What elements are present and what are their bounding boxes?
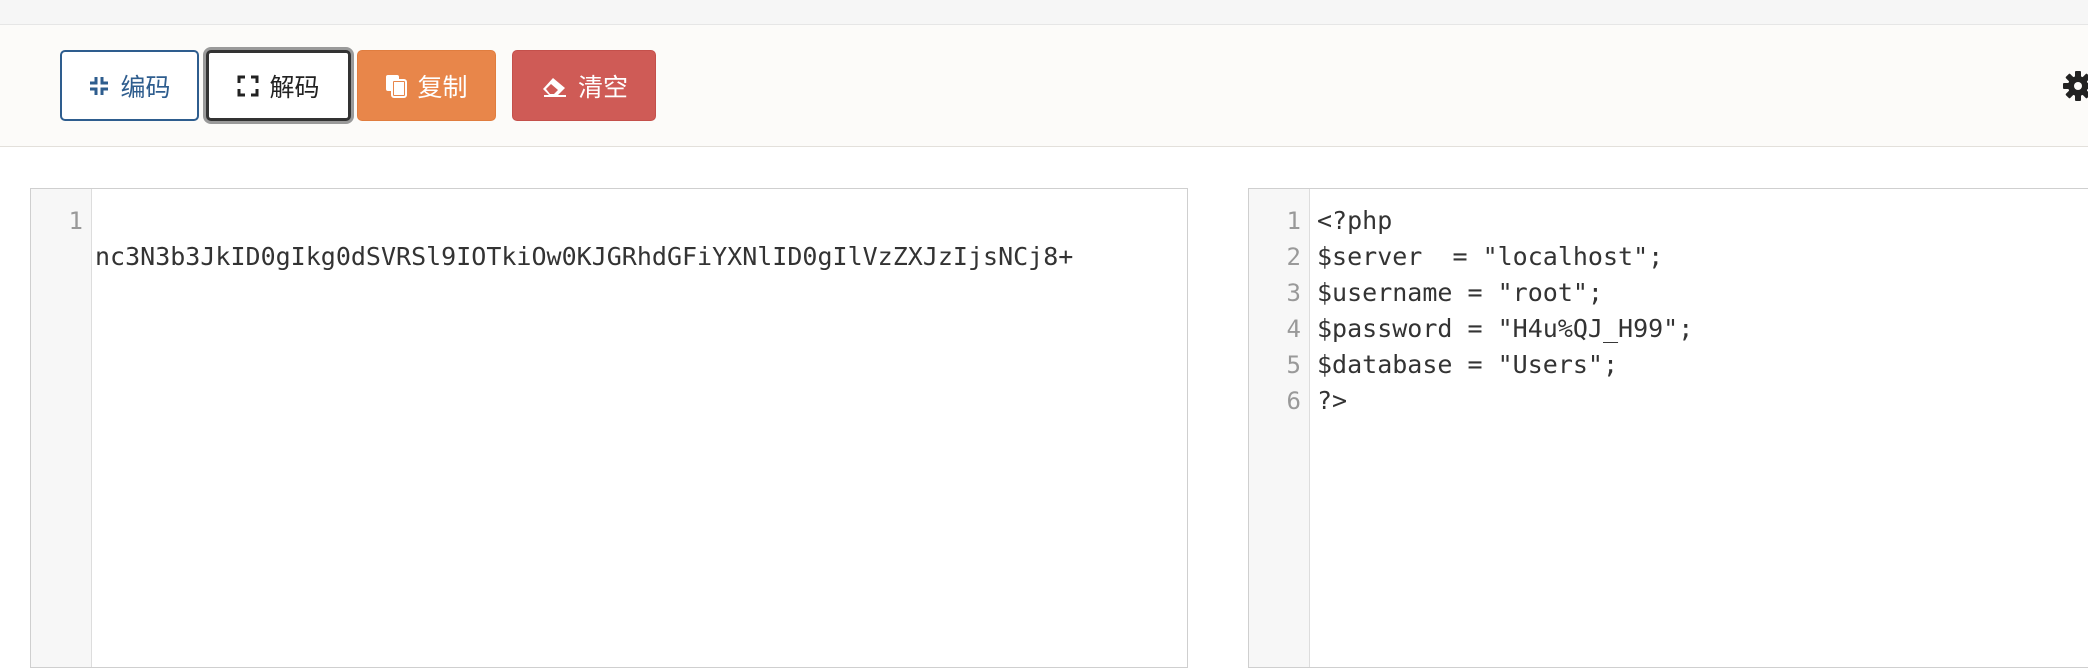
copy-icon bbox=[385, 74, 408, 98]
output-code-line[interactable]: $database = "Users"; bbox=[1317, 347, 1618, 383]
toolbar: 编码 解码 复制 清空 bbox=[0, 25, 2088, 147]
input-editor[interactable]: 1 nc3N3b3JkID0gIkg0dSVRSl9IOTkiOw0KJGRhd… bbox=[30, 188, 1188, 668]
eraser-icon bbox=[540, 75, 568, 97]
output-code-line[interactable]: $username = "root"; bbox=[1317, 275, 1603, 311]
output-code-line[interactable]: $password = "H4u%QJ_H99"; bbox=[1317, 311, 1693, 347]
decode-button[interactable]: 解码 bbox=[206, 50, 351, 121]
compress-icon bbox=[88, 75, 110, 97]
expand-icon bbox=[237, 75, 259, 97]
copy-label: 复制 bbox=[417, 72, 468, 102]
line-number-gutter: 1 bbox=[31, 189, 92, 667]
browser-top-strip bbox=[0, 0, 2088, 25]
line-number: 6 bbox=[1286, 387, 1301, 415]
decode-label: 解码 bbox=[269, 72, 320, 102]
line-number: 1 bbox=[68, 207, 83, 235]
copy-button[interactable]: 复制 bbox=[357, 50, 496, 121]
line-number: 1 bbox=[1286, 207, 1301, 235]
output-code-line[interactable]: ?> bbox=[1317, 383, 1347, 419]
input-code-text: nc3N3b3JkID0gIkg0dSVRSl9IOTkiOw0KJGRhdGF… bbox=[95, 242, 1074, 271]
gear-icon[interactable] bbox=[2060, 68, 2088, 104]
line-number-gutter: 1 2 3 4 5 6 bbox=[1249, 189, 1310, 667]
output-code-line[interactable]: <?php bbox=[1317, 203, 1392, 239]
output-code-line[interactable]: $server = "localhost"; bbox=[1317, 239, 1663, 275]
input-code-line[interactable]: nc3N3b3JkID0gIkg0dSVRSl9IOTkiOw0KJGRhdGF… bbox=[95, 203, 1185, 311]
output-editor[interactable]: 1 2 3 4 5 6 <?php $server = "localhost";… bbox=[1248, 188, 2088, 668]
line-number: 4 bbox=[1286, 315, 1301, 343]
encode-label: 编码 bbox=[120, 72, 171, 102]
clear-label: 清空 bbox=[577, 72, 628, 102]
encode-button[interactable]: 编码 bbox=[60, 50, 199, 121]
line-number: 2 bbox=[1286, 243, 1301, 271]
clear-button[interactable]: 清空 bbox=[512, 50, 656, 121]
line-number: 3 bbox=[1286, 279, 1301, 307]
line-number: 5 bbox=[1286, 351, 1301, 379]
